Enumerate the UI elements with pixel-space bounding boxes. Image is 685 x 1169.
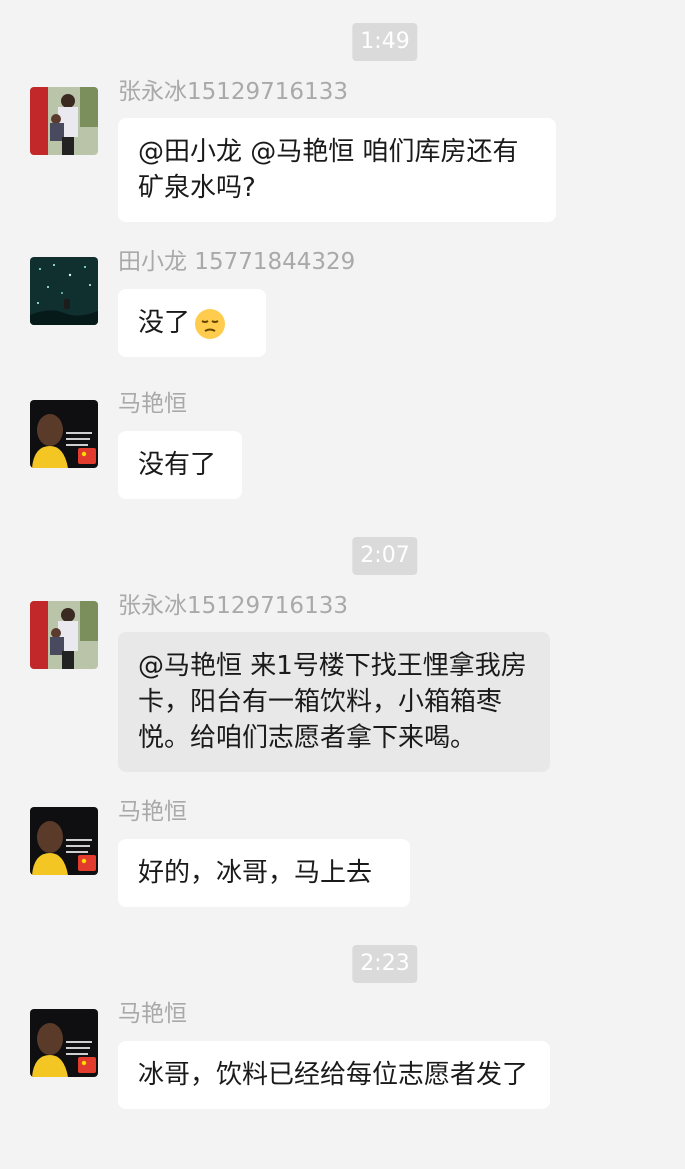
avatar[interactable] <box>30 601 98 669</box>
message-text: 冰哥，饮料已经给每位志愿者发了 <box>138 1060 529 1090</box>
message-bubble[interactable]: @马艳恒 来1号楼下找王悝拿我房卡，阳台有一箱饮料，小箱箱枣悦。给咱们志愿者拿下… <box>118 632 550 772</box>
sender-name: 马艳恒 <box>118 799 187 825</box>
message-bubble[interactable]: 没了 <box>118 289 266 357</box>
sender-name: 马艳恒 <box>118 391 187 417</box>
message-text: @田小龙 @马艳恒 咱们库房还有矿泉水吗? <box>138 137 519 203</box>
sender-name: 张永冰15129716133 <box>118 593 348 619</box>
message-text: @马艳恒 来1号楼下找王悝拿我房卡，阳台有一箱饮料，小箱箱枣悦。给咱们志愿者拿下… <box>138 651 527 753</box>
avatar[interactable] <box>30 257 98 325</box>
pensive-face-icon <box>194 308 226 340</box>
night-sky-avatar-icon <box>30 257 98 325</box>
message-text: 没了 <box>138 308 191 338</box>
sender-name: 马艳恒 <box>118 1001 187 1027</box>
message-bubble[interactable]: @田小龙 @马艳恒 咱们库房还有矿泉水吗? <box>118 118 556 222</box>
message-bubble[interactable]: 冰哥，饮料已经给每位志愿者发了 <box>118 1041 550 1109</box>
message-text: 没有了 <box>138 450 217 480</box>
timestamp-badge: 2:23 <box>352 945 418 983</box>
basketball-player-avatar-icon <box>30 400 98 468</box>
sender-name: 张永冰15129716133 <box>118 79 348 105</box>
avatar[interactable] <box>30 1009 98 1077</box>
message-text: 好的，冰哥，马上去 <box>138 858 373 888</box>
timestamp-badge: 1:49 <box>352 23 418 61</box>
man-with-child-avatar-icon <box>30 87 98 155</box>
basketball-player-avatar-icon <box>30 1009 98 1077</box>
avatar[interactable] <box>30 400 98 468</box>
sender-name: 田小龙 15771844329 <box>118 249 356 275</box>
avatar[interactable] <box>30 807 98 875</box>
timestamp-badge: 2:07 <box>352 537 418 575</box>
man-with-child-avatar-icon <box>30 601 98 669</box>
message-bubble[interactable]: 没有了 <box>118 431 242 499</box>
message-bubble[interactable]: 好的，冰哥，马上去 <box>118 839 410 907</box>
avatar[interactable] <box>30 87 98 155</box>
basketball-player-avatar-icon <box>30 807 98 875</box>
